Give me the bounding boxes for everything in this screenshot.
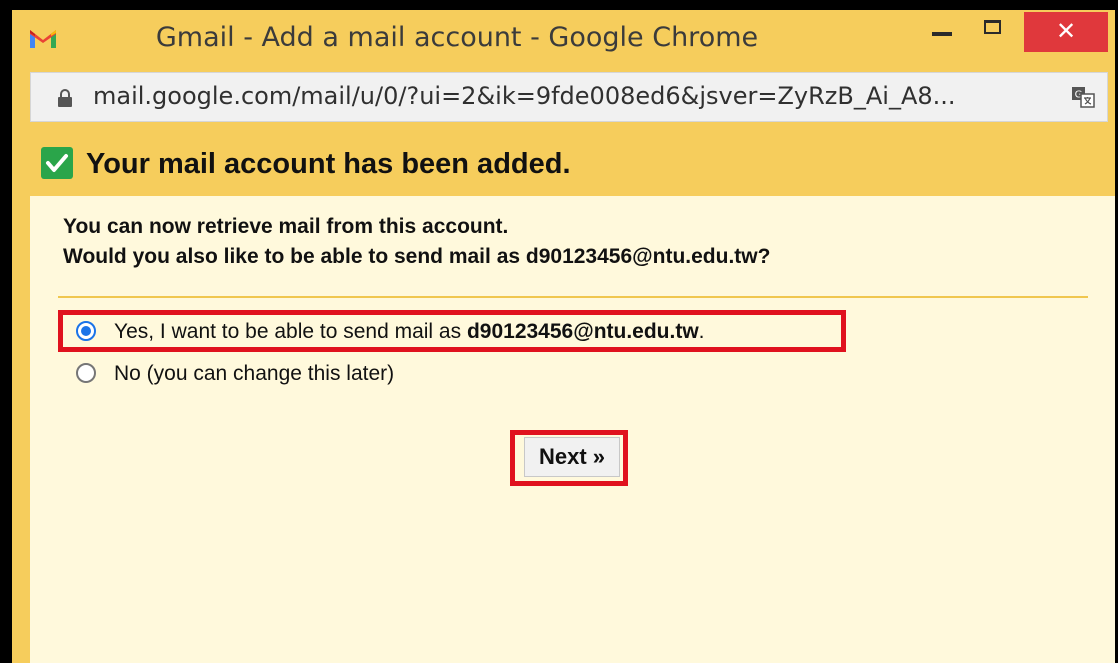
title-bar[interactable]: Gmail - Add a mail account - Google Chro… (12, 10, 1115, 68)
url-text[interactable]: mail.google.com/mail/u/0/?ui=2&ik=9fde00… (93, 82, 1043, 110)
highlight-box-option-yes (58, 310, 846, 352)
close-button[interactable]: ✕ (1024, 12, 1108, 52)
lock-icon (58, 89, 72, 107)
highlight-box-next (510, 430, 628, 486)
translate-icon[interactable]: G (1071, 86, 1095, 108)
success-heading: Your mail account has been added. (86, 148, 571, 180)
option-no-label: No (you can change this later) (114, 362, 395, 385)
checkbox-checked-icon (41, 147, 73, 179)
message-line-2: Would you also like to be able to send m… (63, 245, 771, 268)
option-no[interactable]: No (you can change this later) (76, 362, 394, 386)
window-title: Gmail - Add a mail account - Google Chro… (155, 22, 759, 53)
dialog-message: You can now retrieve mail from this acco… (63, 212, 770, 272)
radio-no[interactable] (76, 363, 96, 383)
browser-window: Gmail - Add a mail account - Google Chro… (12, 10, 1115, 663)
dialog-content: Your mail account has been added. You ca… (30, 122, 1115, 663)
address-bar[interactable]: mail.google.com/mail/u/0/?ui=2&ik=9fde00… (30, 72, 1108, 122)
maximize-button[interactable] (984, 20, 1001, 34)
divider (58, 296, 1088, 298)
dialog-panel: You can now retrieve mail from this acco… (30, 196, 1115, 663)
minimize-button[interactable] (932, 32, 952, 36)
message-line-1: You can now retrieve mail from this acco… (63, 215, 509, 238)
